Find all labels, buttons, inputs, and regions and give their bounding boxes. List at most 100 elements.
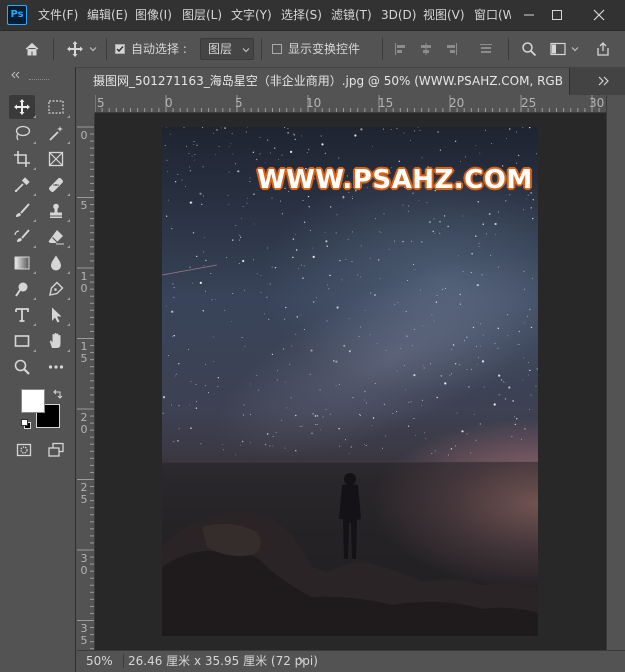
align-right-button[interactable] [441,38,461,60]
show-transform-checkbox[interactable] [272,44,282,54]
ruler-label: 15 [378,96,394,110]
search-button[interactable] [518,38,540,60]
auto-select-checkbox[interactable] [115,44,125,54]
healing-brush-tool-icon [49,178,63,192]
ruler-label: 30 [80,552,88,577]
ruler-origin[interactable] [77,95,95,113]
lasso-tool[interactable] [9,121,35,145]
tool-group-indicator [67,271,70,274]
close-button[interactable] [585,0,613,30]
edit-toolbar-button[interactable] [43,355,69,379]
home-button[interactable] [20,38,44,60]
double-chevron-left-icon [11,71,20,79]
workspace-switcher[interactable] [546,38,584,60]
eraser-tool-icon [48,230,64,245]
double-chevron-right-icon [598,76,609,86]
tool-group-indicator [33,193,36,196]
vertical-ruler[interactable]: 0 5 10 15 20 25 30 35 [77,113,95,650]
align-top-edges-icon [480,44,492,53]
align-horizontal-centers-icon [421,43,431,55]
tool-group-indicator [33,167,36,170]
stamp-tool-icon [50,203,62,218]
separator [53,38,54,60]
horizontal-ruler[interactable]: 5 0 5 10 15 20 25 30 [95,95,606,113]
photoshop-logo: Ps [7,5,27,25]
menu-type[interactable]: 文字(Y) [231,0,273,30]
ruler-label: 30 [589,96,605,110]
tool-group-indicator [67,219,70,222]
quick-mask-button[interactable] [11,438,37,462]
auto-select-target-dropdown[interactable]: 图层 [200,38,254,60]
menu-filter[interactable]: 滤镜(T) [331,0,373,30]
align-center-button[interactable] [416,38,436,60]
move-tool[interactable] [9,95,35,119]
healing-brush-tool[interactable] [43,173,69,197]
tool-group-indicator [67,349,70,352]
align-left-edges-icon [395,43,405,55]
foreground-color-swatch[interactable] [21,389,45,413]
zoom-tool-icon [14,359,30,375]
collapse-toolbar-button[interactable] [10,68,24,79]
menu-window[interactable]: 窗口(W [474,0,511,30]
move-tool-preset-picker[interactable] [62,38,102,60]
align-top-button[interactable] [476,38,496,60]
tool-group-indicator [67,297,70,300]
tool-group-indicator [67,193,70,196]
ruler-label: 10 [80,270,88,295]
home-icon [25,42,39,56]
blur-tool[interactable] [43,251,69,275]
path-selection-tool[interactable] [43,303,69,327]
hand-tool[interactable] [43,329,69,353]
tool-group-indicator [67,115,70,118]
more-tools-icon [48,365,64,369]
brush-tool[interactable] [9,199,35,223]
magic-wand-tool[interactable] [43,121,69,145]
menu-layer[interactable]: 图层(L) [182,0,224,30]
tool-group-indicator [33,349,36,352]
rectangle-tool[interactable] [9,329,35,353]
checkmark-icon [116,46,124,53]
default-colors-button[interactable] [20,418,32,430]
tabs-overflow-button[interactable] [596,72,616,90]
move-icon [67,41,83,57]
maximize-button[interactable] [543,0,571,30]
share-button[interactable] [592,38,614,60]
align-left-button[interactable] [391,38,411,60]
zoom-level-field[interactable]: 50% [86,651,122,671]
zoom-tool[interactable] [9,355,35,379]
eraser-tool[interactable] [43,225,69,249]
eyedropper-tool[interactable] [9,173,35,197]
default-colors-icon [21,419,31,429]
screen-mode-button[interactable] [43,438,69,462]
minimize-button[interactable] [515,0,543,30]
history-brush-tool[interactable] [9,225,35,249]
menu-3d[interactable]: 3D(D) [381,0,417,30]
type-tool[interactable] [9,303,35,327]
status-info-menu-button[interactable] [297,654,309,668]
swap-colors-button[interactable] [52,388,64,400]
menu-view[interactable]: 视图(V) [423,0,465,30]
ruler-label: 35 [80,622,88,647]
pen-tool[interactable] [43,277,69,301]
vertical-scrollbar[interactable] [606,95,625,650]
tool-group-indicator [67,323,70,326]
watermark-text-layer[interactable]: WWW.PSAHZ.COM [257,160,532,200]
swap-arrows-icon [53,389,63,399]
auto-select-label: 自动选择 : [131,42,187,56]
menu-edit[interactable]: 编辑(E) [87,0,129,30]
search-icon [522,42,537,57]
menu-select[interactable]: 选择(S) [281,0,323,30]
crop-tool[interactable] [9,147,35,171]
gradient-tool[interactable] [9,251,35,275]
stamp-tool[interactable] [43,199,69,223]
marquee-tool[interactable] [43,95,69,119]
menu-file[interactable]: 文件(F) [38,0,80,30]
ruler-label: 20 [449,96,465,110]
frame-tool-icon [48,151,64,167]
gradient-tool-icon [14,256,30,270]
chevron-down-icon [242,48,250,53]
menu-image[interactable]: 图像(I) [135,0,175,30]
dodge-tool[interactable] [9,277,35,301]
frame-tool[interactable] [43,147,69,171]
document-canvas-image[interactable]: WWW.PSAHZ.COM [162,127,538,636]
